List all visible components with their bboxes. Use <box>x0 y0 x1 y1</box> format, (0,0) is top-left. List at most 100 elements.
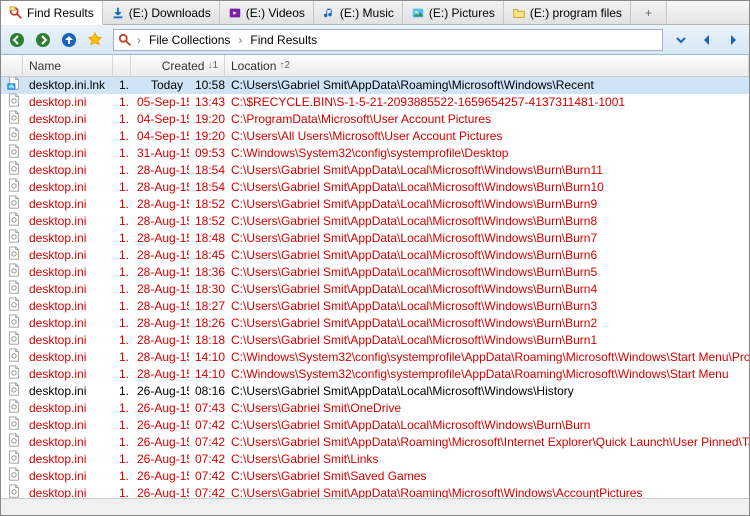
cell-time: 18:48 <box>189 230 225 247</box>
cell-location: C:\Users\Gabriel Smit\AppData\Local\Micr… <box>225 247 749 264</box>
cell-name: desktop.ini <box>23 315 113 332</box>
table-row[interactable]: desktop.ini1.26-Aug-1507:43C:\Users\Gabr… <box>1 400 749 417</box>
tab--e-program-files[interactable]: (E:) program files <box>504 1 631 24</box>
cell-location: C:\Windows\System32\config\systemprofile… <box>225 145 749 162</box>
horizontal-scrollbar[interactable] <box>1 498 749 515</box>
up-button[interactable] <box>57 28 81 52</box>
music-icon <box>322 6 336 20</box>
cell-count: 1. <box>113 468 131 485</box>
tab--e-music[interactable]: (E:) Music <box>314 1 403 24</box>
cell-time: 14:10 <box>189 349 225 366</box>
cell-name: desktop.ini <box>23 145 113 162</box>
table-row[interactable]: desktop.ini1.28-Aug-1518:36C:\Users\Gabr… <box>1 264 749 281</box>
cell-time: 18:45 <box>189 247 225 264</box>
col-created[interactable]: Created↓1 <box>131 55 225 76</box>
forward-button[interactable] <box>31 28 55 52</box>
breadcrumb-root[interactable]: File Collections <box>146 33 233 47</box>
table-row[interactable]: desktop.ini1.04-Sep-1519:20C:\ProgramDat… <box>1 111 749 128</box>
cell-count: 1. <box>113 383 131 400</box>
cell-location: C:\Users\Gabriel Smit\AppData\Local\Micr… <box>225 264 749 281</box>
table-row[interactable]: desktop.ini1.28-Aug-1518:52C:\Users\Gabr… <box>1 213 749 230</box>
table-row[interactable]: desktop.ini1.28-Aug-1518:48C:\Users\Gabr… <box>1 230 749 247</box>
table-row[interactable]: desktop.ini1.28-Aug-1518:18C:\Users\Gabr… <box>1 332 749 349</box>
next-button[interactable] <box>721 28 745 52</box>
cell-date: 26-Aug-15 <box>131 383 189 400</box>
col-count[interactable] <box>113 55 131 76</box>
cell-location: C:\Windows\System32\config\systemprofile… <box>225 366 749 383</box>
table-row[interactable]: desktop.ini1.28-Aug-1518:26C:\Users\Gabr… <box>1 315 749 332</box>
cell-location: C:\Users\Gabriel Smit\AppData\Local\Micr… <box>225 298 749 315</box>
table-row[interactable]: desktop.ini1.26-Aug-1507:42C:\Users\Gabr… <box>1 451 749 468</box>
table-row[interactable]: desktop.ini1.28-Aug-1518:45C:\Users\Gabr… <box>1 247 749 264</box>
cell-date: 26-Aug-15 <box>131 468 189 485</box>
cell-name: desktop.ini <box>23 179 113 196</box>
table-row[interactable]: desktop.ini1.28-Aug-1514:10C:\Windows\Sy… <box>1 349 749 366</box>
breadcrumb-current[interactable]: Find Results <box>247 33 320 47</box>
table-row[interactable]: desktop.ini1.26-Aug-1507:42C:\Users\Gabr… <box>1 485 749 498</box>
find-icon <box>118 33 132 47</box>
table-row[interactable]: desktop.ini.lnk1.Today10:58C:\Users\Gabr… <box>1 77 749 94</box>
sort-desc-icon: ↓1 <box>207 60 218 71</box>
cell-date: 31-Aug-15 <box>131 145 189 162</box>
table-row[interactable]: desktop.ini1.26-Aug-1507:42C:\Users\Gabr… <box>1 468 749 485</box>
favorites-button[interactable] <box>83 28 107 52</box>
cell-date: 05-Sep-15 <box>131 94 189 111</box>
cell-time: 07:42 <box>189 468 225 485</box>
tab--e-downloads[interactable]: (E:) Downloads <box>103 1 220 24</box>
cell-name: desktop.ini <box>23 196 113 213</box>
cell-location: C:\Windows\System32\config\systemprofile… <box>225 349 749 366</box>
table-row[interactable]: desktop.ini1.26-Aug-1507:42C:\Users\Gabr… <box>1 417 749 434</box>
cell-count: 1. <box>113 349 131 366</box>
col-location[interactable]: Location↑2 <box>225 55 749 76</box>
cell-count: 1. <box>113 451 131 468</box>
table-row[interactable]: desktop.ini1.28-Aug-1518:54C:\Users\Gabr… <box>1 179 749 196</box>
cell-location: C:\Users\Gabriel Smit\AppData\Local\Micr… <box>225 230 749 247</box>
table-row[interactable]: desktop.ini1.28-Aug-1518:27C:\Users\Gabr… <box>1 298 749 315</box>
table-row[interactable]: desktop.ini1.28-Aug-1518:52C:\Users\Gabr… <box>1 196 749 213</box>
prev-button[interactable] <box>695 28 719 52</box>
table-row[interactable]: desktop.ini1.26-Aug-1508:16C:\Users\Gabr… <box>1 383 749 400</box>
table-row[interactable]: desktop.ini1.31-Aug-1509:53C:\Windows\Sy… <box>1 145 749 162</box>
cell-count: 1. <box>113 485 131 498</box>
video-icon <box>228 6 242 20</box>
cell-time: 19:20 <box>189 128 225 145</box>
cell-time: 18:30 <box>189 281 225 298</box>
tab--e-videos[interactable]: (E:) Videos <box>220 1 314 24</box>
cell-date: 04-Sep-15 <box>131 111 189 128</box>
toolbar: › File Collections › Find Results <box>1 25 749 55</box>
cell-time: 10:58 <box>189 77 225 94</box>
table-row[interactable]: desktop.ini1.05-Sep-1513:43C:\$RECYCLE.B… <box>1 94 749 111</box>
cell-time: 18:54 <box>189 162 225 179</box>
cell-count: 1. <box>113 434 131 451</box>
tab--e-pictures[interactable]: (E:) Pictures <box>403 1 504 24</box>
cell-date: 28-Aug-15 <box>131 315 189 332</box>
cell-count: 1. <box>113 332 131 349</box>
table-row[interactable]: desktop.ini1.26-Aug-1507:42C:\Users\Gabr… <box>1 434 749 451</box>
file-list[interactable]: desktop.ini.lnk1.Today10:58C:\Users\Gabr… <box>1 77 749 498</box>
cell-name: desktop.ini <box>23 417 113 434</box>
table-row[interactable]: desktop.ini1.28-Aug-1518:54C:\Users\Gabr… <box>1 162 749 179</box>
tab-find-results[interactable]: Find Results <box>1 1 103 25</box>
breadcrumb[interactable]: › File Collections › Find Results <box>113 29 663 51</box>
cell-date: 28-Aug-15 <box>131 230 189 247</box>
find-icon <box>9 6 23 20</box>
cell-count: 1. <box>113 196 131 213</box>
col-name[interactable]: Name <box>23 55 113 76</box>
cell-location: C:\Users\Gabriel Smit\Saved Games <box>225 468 749 485</box>
tab-label: (E:) Downloads <box>129 6 211 20</box>
table-row[interactable]: desktop.ini1.28-Aug-1514:10C:\Windows\Sy… <box>1 366 749 383</box>
table-row[interactable]: desktop.ini1.28-Aug-1518:30C:\Users\Gabr… <box>1 281 749 298</box>
cell-name: desktop.ini <box>23 128 113 145</box>
back-button[interactable] <box>5 28 29 52</box>
cell-name: desktop.ini <box>23 213 113 230</box>
cell-date: Today <box>131 77 189 94</box>
dropdown-button[interactable] <box>669 28 693 52</box>
cell-date: 26-Aug-15 <box>131 434 189 451</box>
cell-location: C:\Users\Gabriel Smit\AppData\Roaming\Mi… <box>225 434 749 451</box>
cell-location: C:\Users\Gabriel Smit\AppData\Roaming\Mi… <box>225 77 749 94</box>
new-tab-button[interactable]: + <box>631 1 667 24</box>
table-row[interactable]: desktop.ini1.04-Sep-1519:20C:\Users\All … <box>1 128 749 145</box>
col-icon[interactable] <box>1 55 23 76</box>
tab-label: Find Results <box>27 6 94 20</box>
cell-location: C:\Users\Gabriel Smit\OneDrive <box>225 400 749 417</box>
